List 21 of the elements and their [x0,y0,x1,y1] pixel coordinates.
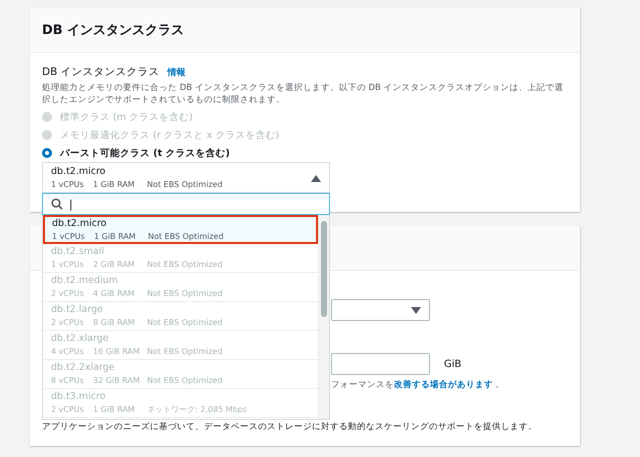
radio-label: バースト可能クラス (t クラスを含む) [60,146,230,160]
input-field[interactable] [331,353,430,375]
caret-icon [411,307,421,314]
search-field[interactable]: | [42,193,330,215]
section-title: DB インスタンスクラス [42,22,184,39]
radio-label: メモリ最適化クラス (r クラスと x クラスを含む) [60,128,280,142]
improve-link[interactable]: 改善する場合があります [394,380,493,390]
radio-label: 標準クラス (m クラスを含む) [60,110,193,124]
unit-label: GiB [444,358,462,370]
instance-select[interactable]: db.t2.micro 1 vCPUs 1 GiB RAM Not EBS Optimized [42,162,330,193]
description: 処理能力とメモリの要件に合った DB インスタンスクラスを選択します。以下の DB インスタンスクラスオプションは、上記で選択したエンジンでサポートされているものに制限されます。 [42,82,565,106]
instance-option[interactable]: db.t2.micro 1 vCPUs 1 GiB RAM Not EBS Optimized [43,215,318,244]
select-field[interactable] [331,299,430,321]
info-link[interactable]: 情報 [168,66,186,79]
field-label: DB インスタンスクラス [42,65,160,79]
caret-icon [311,175,321,182]
description: アプリケーションのニーズに基づいて、データベースのストレージに対する動的なスケーリングのサポートを提供します。 [42,421,537,433]
hint-text: フォーマンスを改善する場合があります 。 [331,379,505,391]
scrollbar-thumb[interactable] [321,221,327,317]
radio-button[interactable] [42,148,52,158]
search-icon [51,198,63,210]
